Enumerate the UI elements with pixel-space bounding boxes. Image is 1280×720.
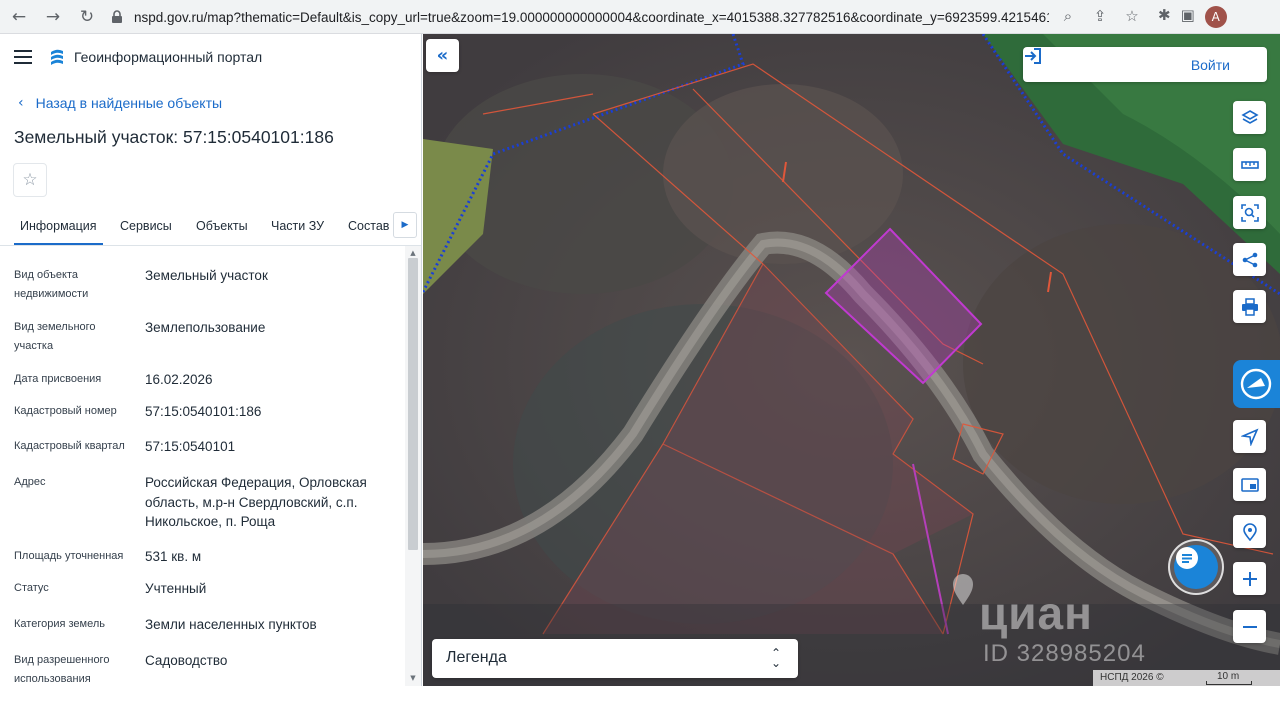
- menu-icon[interactable]: [14, 50, 32, 64]
- cian-watermark: циан ID 328985204: [943, 572, 1183, 672]
- attribute-value: Садоводство: [145, 653, 228, 668]
- attribute-list: Вид объекта недвижимости Земельный участ…: [0, 248, 405, 686]
- app-title: Геоинформационный портал: [74, 49, 263, 65]
- geo-search-button[interactable]: [1233, 515, 1266, 548]
- attribute-label: Адрес: [14, 476, 46, 488]
- zoom-out-button[interactable]: [1233, 610, 1266, 643]
- tabs-scroll-right-button[interactable]: ▶: [393, 212, 417, 238]
- map-attribution: НСПД 2026 © 10 m: [1093, 670, 1280, 686]
- attribute-value: Земли населенных пунктов: [145, 617, 317, 632]
- ruler-icon: [1240, 160, 1259, 169]
- tab-bar: Информация Сервисы Объекты Части ЗУ Сост…: [0, 210, 421, 246]
- collapse-panel-button[interactable]: «: [426, 39, 459, 72]
- attribute-value: Учтенный: [145, 581, 207, 596]
- scale-bar: [1206, 681, 1252, 685]
- attribute-value: 16.02.2026: [145, 372, 213, 387]
- minimap-icon: [1240, 477, 1259, 492]
- attribute-value: Землепользование: [145, 320, 266, 335]
- attribute-value: 57:15:0540101:186: [145, 404, 262, 419]
- login-button[interactable]: Войти: [1023, 47, 1267, 82]
- extensions-puzzle-icon[interactable]: ✱: [1158, 6, 1171, 28]
- portal-logo-icon: [51, 49, 63, 65]
- scroll-up-icon[interactable]: ▲: [409, 249, 417, 257]
- attribute-label: Кадастровый квартал: [14, 440, 125, 452]
- nspd-logo-icon: [1240, 368, 1272, 400]
- map-view[interactable]: « Войти циан ID 328985204 Легенда ⌃ ⌄ НС…: [423, 34, 1280, 686]
- bookmark-star-icon[interactable]: ☆: [1122, 7, 1142, 25]
- tab-parts[interactable]: Части ЗУ: [271, 219, 324, 233]
- tab-composition[interactable]: Состав: [348, 219, 389, 233]
- info-panel: Геоинформационный портал ‹ Назад в найде…: [0, 34, 422, 686]
- attribute-label: Вид разрешенного использования: [14, 654, 110, 685]
- attribute-label: Статус: [14, 582, 49, 594]
- chevron-left-icon: ‹: [18, 95, 24, 111]
- attribute-label: Вид объекта недвижимости: [14, 269, 89, 300]
- zoom-in-icon: [1242, 571, 1257, 586]
- attribute-value: Земельный участок: [145, 268, 268, 283]
- browser-toolbar: ← → ↻ nspd.gov.ru/map?thematic=Default&i…: [0, 0, 1280, 34]
- geo-search-icon: [1242, 522, 1257, 541]
- zoom-icon[interactable]: ⌕: [1058, 7, 1078, 25]
- minimap-button[interactable]: [1233, 468, 1266, 501]
- locate-icon: [1240, 427, 1259, 446]
- scroll-down-icon[interactable]: ▼: [409, 674, 417, 682]
- chevron-updown-icon: ⌃ ⌄: [770, 646, 781, 670]
- locate-button[interactable]: [1233, 420, 1266, 453]
- area-select-icon: [1240, 203, 1259, 222]
- favorite-button[interactable]: ☆: [13, 163, 47, 197]
- app-header: Геоинформационный портал: [0, 34, 421, 80]
- chat-icon: [1176, 547, 1198, 569]
- address-bar[interactable]: nspd.gov.ru/map?thematic=Default&is_copy…: [100, 4, 1150, 30]
- page-title: Земельный участок: 57:15:0540101:186: [14, 127, 334, 147]
- print-button[interactable]: [1233, 290, 1266, 323]
- watermark-id: ID 328985204: [983, 640, 1146, 667]
- star-icon: ☆: [22, 170, 38, 190]
- nspd-logo-button[interactable]: [1233, 360, 1280, 408]
- zoom-in-button[interactable]: [1233, 562, 1266, 595]
- share-icon[interactable]: ⇪: [1090, 7, 1110, 25]
- reload-icon[interactable]: ↻: [76, 6, 98, 28]
- address-value: Российская Федерация, Орловская область,…: [145, 475, 367, 529]
- tab-services[interactable]: Сервисы: [120, 219, 172, 233]
- avatar[interactable]: A: [1204, 6, 1227, 28]
- login-icon: [1025, 48, 1041, 64]
- zoom-out-icon: [1242, 625, 1257, 628]
- scroll-thumb[interactable]: [408, 258, 418, 550]
- area-select-button[interactable]: [1233, 196, 1266, 229]
- url-text[interactable]: nspd.gov.ru/map?thematic=Default&is_copy…: [134, 10, 1049, 25]
- attribute-value: 531 кв. м: [145, 549, 202, 564]
- back-arrow-icon[interactable]: ←: [8, 6, 30, 28]
- location-pin-icon: [953, 574, 973, 605]
- layers-icon: [1240, 109, 1259, 124]
- attribute-label: Кадастровый номер: [14, 405, 117, 417]
- attribution-text: НСПД 2026 ©: [1100, 672, 1164, 683]
- forward-arrow-icon[interactable]: →: [42, 6, 64, 28]
- back-link-label: Назад в найденные объекты: [35, 95, 223, 111]
- attribute-scrollbar[interactable]: ▲ ▼: [405, 246, 421, 686]
- legend-label: Легенда: [446, 649, 507, 666]
- share-icon: [1242, 252, 1257, 267]
- legend-dropdown[interactable]: Легенда ⌃ ⌄: [432, 639, 798, 678]
- attribute-label: Категория земель: [14, 618, 105, 630]
- share-button[interactable]: [1233, 243, 1266, 276]
- back-to-results-link[interactable]: ‹ Назад в найденные объекты: [18, 95, 421, 111]
- lock-icon: [112, 10, 122, 23]
- print-icon: [1241, 297, 1258, 316]
- ruler-button[interactable]: [1233, 148, 1266, 181]
- attribute-label: Дата присвоения: [14, 373, 102, 385]
- attribute-value: 57:15:0540101: [145, 439, 236, 454]
- watermark-brand: циан: [979, 587, 1093, 639]
- attribute-label: Вид земельного участка: [14, 321, 96, 352]
- attribute-label: Площадь уточненная: [14, 550, 124, 562]
- side-panel-icon[interactable]: ▣: [1181, 6, 1195, 28]
- layers-button[interactable]: [1233, 101, 1266, 134]
- tab-information[interactable]: Информация: [14, 219, 103, 245]
- tab-objects[interactable]: Объекты: [196, 219, 248, 233]
- login-label: Войти: [1190, 57, 1230, 73]
